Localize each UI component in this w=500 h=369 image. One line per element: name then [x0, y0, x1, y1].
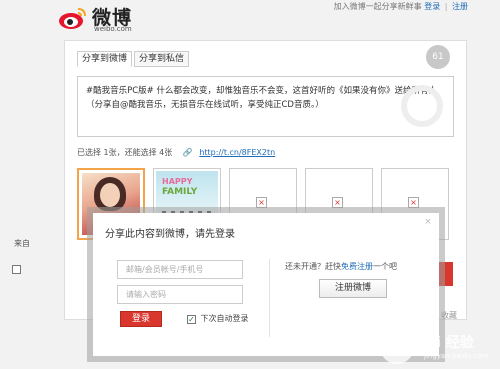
- selected-count-text: 已选择 1张，还能选择 4张: [77, 148, 173, 157]
- album-title-line2: FAMILY: [162, 187, 198, 197]
- login-link[interactable]: 登录: [424, 2, 440, 11]
- share-tabs: 分享到微博 分享到私信: [77, 51, 191, 67]
- share-message-textarea[interactable]: #酷我音乐PC版# 什么都会改变，却惟独音乐不会变，这首好听的《如果没有你》送给…: [77, 76, 454, 137]
- modal-title: 分享此内容到微博，请先登录: [105, 229, 235, 240]
- register-suffix: 一个吧: [373, 262, 397, 271]
- tab-share-to-weibo[interactable]: 分享到微博: [77, 51, 133, 67]
- register-prompt: 还未开通？赶快免费注册一个吧: [285, 261, 397, 272]
- register-weibo-button[interactable]: 注册微博: [319, 279, 387, 298]
- weibo-eye-icon: [59, 8, 86, 29]
- top-bar: 微博 weibo.com 加入微博一起分享新鲜事 登录 | 注册: [0, 0, 500, 38]
- weibo-watermark-icon: [401, 85, 443, 127]
- watermark-sub: jingyan.baidu.com: [424, 352, 489, 360]
- join-prompt: 加入微博一起分享新鲜事: [333, 2, 422, 11]
- free-register-link[interactable]: 免费注册: [341, 262, 373, 271]
- register-link[interactable]: 注册: [452, 2, 468, 11]
- selection-info: 已选择 1张，还能选择 4张 🔗 http://t.cn/8FEX2tn: [77, 147, 275, 158]
- top-links: 加入微博一起分享新鲜事 登录 | 注册: [334, 1, 468, 12]
- link-separator: |: [444, 2, 448, 11]
- behind-checkbox[interactable]: [12, 265, 21, 274]
- weibo-logo[interactable]: 微博 weibo.com: [58, 2, 158, 36]
- auto-login-option[interactable]: ✓ 下次自动登录: [187, 313, 249, 324]
- auto-login-checkbox[interactable]: ✓: [187, 315, 196, 324]
- album-title-line1: HAPPY: [162, 177, 193, 186]
- modal-divider: [269, 259, 270, 337]
- not-registered-text: 还未开通？赶快: [285, 262, 341, 271]
- baidu-jingyan-watermark: Bai 经验 jingyan.baidu.com: [380, 328, 496, 366]
- tab-share-to-message[interactable]: 分享到私信: [134, 51, 190, 67]
- close-icon[interactable]: ×: [423, 217, 433, 227]
- logo-url: weibo.com: [94, 25, 132, 33]
- link-icon: 🔗: [182, 148, 193, 157]
- char-counter: 61: [426, 45, 450, 69]
- baidu-paw-icon: [380, 330, 414, 364]
- short-link[interactable]: http://t.cn/8FEX2tn: [199, 148, 275, 157]
- login-button[interactable]: 登录: [120, 311, 162, 327]
- auto-login-label: 下次自动登录: [200, 314, 249, 323]
- source-label: 来自: [14, 239, 30, 248]
- account-input[interactable]: [117, 260, 243, 279]
- password-input[interactable]: [117, 285, 243, 304]
- album-face: [100, 183, 120, 207]
- share-message-text: #酷我音乐PC版# 什么都会改变，却惟独音乐不会变，这首好听的《如果没有你》送给…: [86, 86, 438, 110]
- watermark-text: Bai 经验: [416, 335, 474, 351]
